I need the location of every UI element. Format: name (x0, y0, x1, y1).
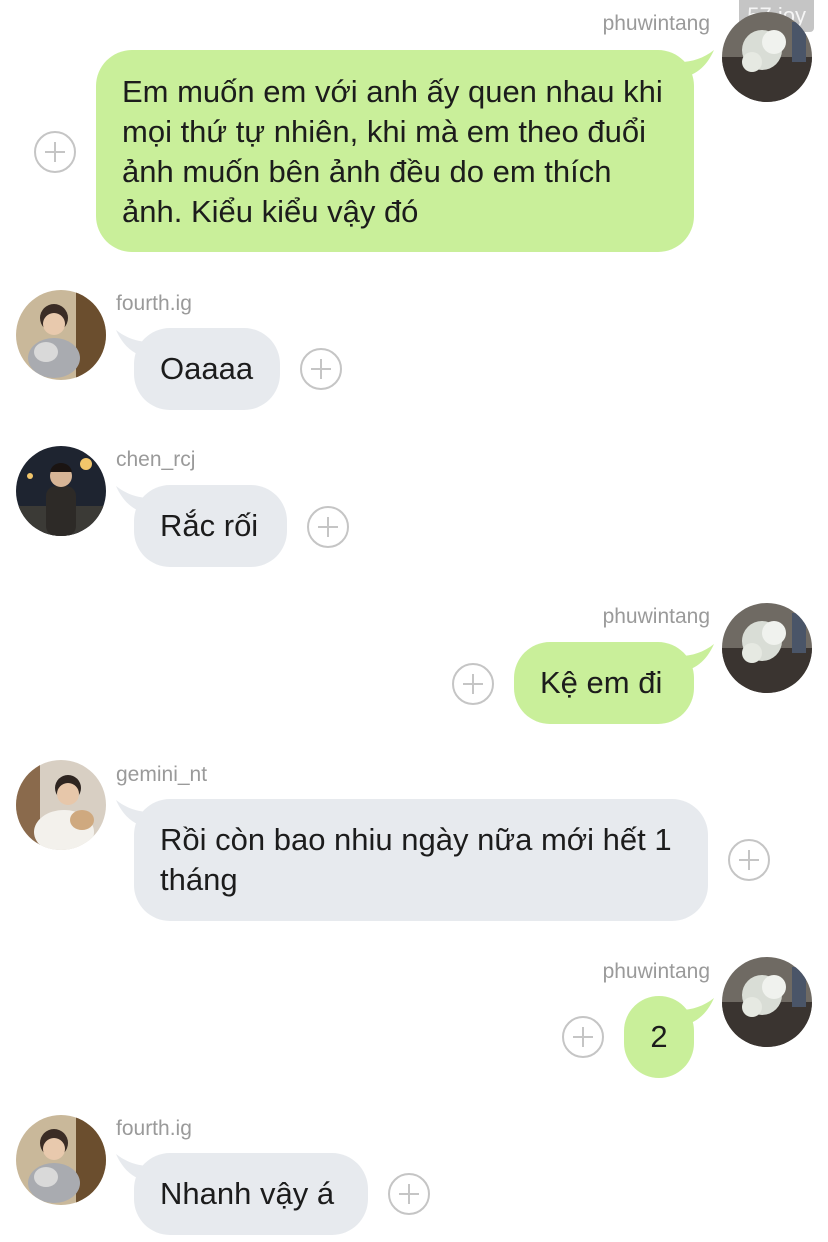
sender-name: chen_rcj (116, 448, 196, 471)
add-reaction-icon[interactable] (34, 131, 76, 173)
night-street-avatar-icon[interactable] (16, 446, 106, 536)
message-bubble[interactable]: Nhanh vậy á (134, 1153, 368, 1235)
add-reaction-icon[interactable] (562, 1016, 604, 1058)
sender-name: gemini_nt (116, 763, 208, 786)
cat-avatar-icon[interactable] (16, 1115, 106, 1205)
dog-avatar-icon[interactable] (16, 760, 106, 850)
message-bubble[interactable]: Rắc rối (134, 485, 287, 567)
flower-avatar-icon[interactable] (722, 12, 812, 102)
add-reaction-icon[interactable] (307, 506, 349, 548)
sender-name: phuwintang (602, 12, 710, 35)
add-reaction-icon[interactable] (728, 839, 770, 881)
message-bubble[interactable]: Kệ em đi (514, 642, 694, 724)
message-bubble[interactable]: Oaaaa (134, 328, 280, 410)
add-reaction-icon[interactable] (452, 663, 494, 705)
flower-avatar-icon[interactable] (722, 603, 812, 693)
sender-name: fourth.ig (116, 292, 192, 315)
cat-avatar-icon[interactable] (16, 290, 106, 380)
flower-avatar-icon[interactable] (722, 957, 812, 1047)
message-bubble[interactable]: Em muốn em với anh ấy quen nhau khi mọi … (96, 50, 694, 252)
sender-name: phuwintang (602, 605, 710, 628)
sender-name: phuwintang (602, 960, 710, 983)
message-bubble[interactable]: 2 (624, 996, 694, 1078)
sender-name: fourth.ig (116, 1117, 192, 1140)
add-reaction-icon[interactable] (388, 1173, 430, 1215)
message-bubble[interactable]: Rồi còn bao nhiu ngày nữa mới hết 1 thán… (134, 799, 708, 921)
add-reaction-icon[interactable] (300, 348, 342, 390)
